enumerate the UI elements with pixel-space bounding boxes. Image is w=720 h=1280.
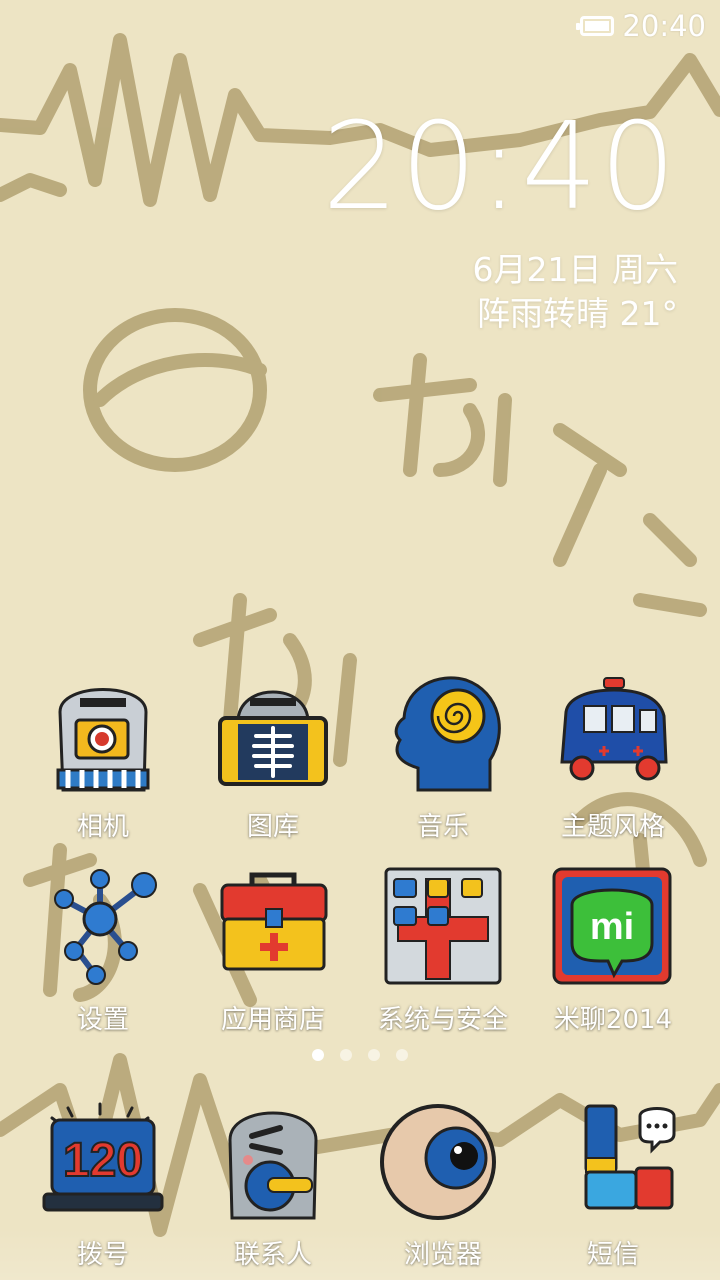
clock-weather: 阵雨转晴 21° xyxy=(477,293,678,333)
eyeball-browser-icon xyxy=(378,1100,508,1230)
app-label: 拨号 xyxy=(76,1240,129,1270)
app-label: 应用商店 xyxy=(220,1005,325,1035)
battery-full-icon xyxy=(576,16,615,36)
molecule-settings-icon xyxy=(38,865,168,995)
mi-chat-icon: mi xyxy=(548,865,678,995)
app-label: 短信 xyxy=(586,1240,639,1270)
page-dot[interactable] xyxy=(396,1049,408,1061)
blocks-messages-icon xyxy=(548,1100,678,1230)
svg-text:mi: mi xyxy=(590,906,634,948)
app-label: 浏览器 xyxy=(403,1240,482,1270)
robot-contacts-icon xyxy=(208,1100,338,1230)
svg-text:120: 120 xyxy=(63,1134,143,1187)
app-label: 音乐 xyxy=(416,812,469,842)
status-bar: 20:40 xyxy=(0,0,720,52)
app-store[interactable]: 应用商店 xyxy=(188,865,358,1036)
xray-gallery-icon xyxy=(208,672,338,802)
app-label: 联系人 xyxy=(233,1240,312,1270)
clock-time: 20:40 xyxy=(322,98,678,237)
dock-messages[interactable]: 短信 xyxy=(528,1100,698,1271)
app-label: 相机 xyxy=(76,812,129,842)
app-label: 设置 xyxy=(76,1005,129,1035)
clock-widget[interactable]: 20:40 6月21日 周六 阵雨转晴 21° xyxy=(322,108,678,333)
app-security[interactable]: 系统与安全 xyxy=(358,865,528,1036)
dock-browser[interactable]: 浏览器 xyxy=(358,1100,528,1271)
dock-contacts[interactable]: 联系人 xyxy=(188,1100,358,1271)
clock-date: 6月21日 周六 xyxy=(472,250,678,289)
app-music[interactable]: 音乐 xyxy=(358,672,528,843)
page-dot[interactable] xyxy=(368,1049,380,1061)
app-label: 图库 xyxy=(246,812,299,842)
dock-dialer[interactable]: 120 拨号 xyxy=(18,1100,188,1271)
app-gallery[interactable]: 图库 xyxy=(188,672,358,843)
app-label: 主题风格 xyxy=(560,812,665,842)
app-mi-chat[interactable]: mi 米聊2014 xyxy=(528,865,698,1036)
app-themes[interactable]: 主题风格 xyxy=(528,672,698,843)
page-dot[interactable] xyxy=(340,1049,352,1061)
siren-120-dialer-icon: 120 xyxy=(38,1100,168,1230)
ambulance-theme-icon xyxy=(548,672,678,802)
page-indicator[interactable] xyxy=(0,1049,720,1061)
app-label: 系统与安全 xyxy=(377,1005,508,1035)
app-camera[interactable]: 相机 xyxy=(18,672,188,843)
page-dot[interactable] xyxy=(312,1049,324,1061)
app-label: 米聊2014 xyxy=(553,1005,673,1035)
camera-robot-icon xyxy=(38,672,168,802)
status-time: 20:40 xyxy=(622,9,706,43)
toolbox-store-icon xyxy=(208,865,338,995)
cross-security-icon xyxy=(378,865,508,995)
app-settings[interactable]: 设置 xyxy=(18,865,188,1036)
head-spiral-music-icon xyxy=(378,672,508,802)
